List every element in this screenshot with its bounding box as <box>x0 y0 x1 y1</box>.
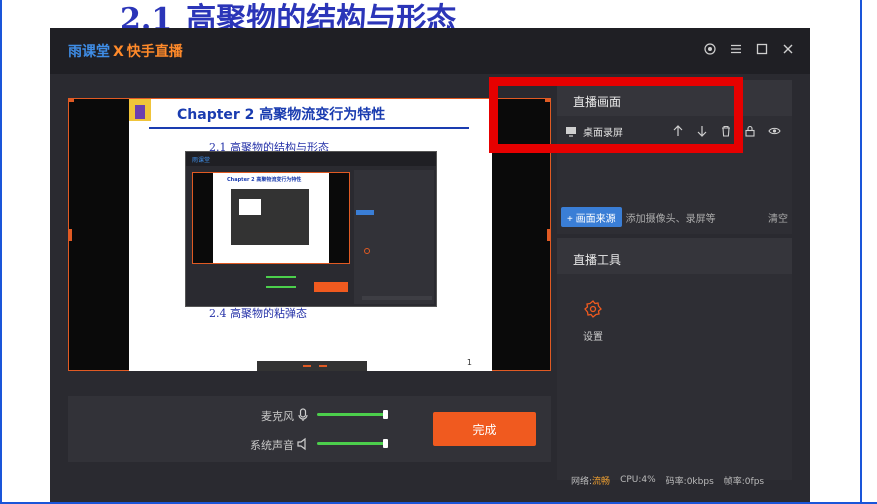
live-preview-canvas[interactable]: Chapter 2 高聚物流变行为特性 2.1 高聚物的结构与形态 2.4 高聚… <box>68 98 551 371</box>
system-volume-slider[interactable] <box>317 442 387 445</box>
clear-sources-button[interactable]: 清空 <box>768 210 788 225</box>
brand-separator: X <box>113 44 124 60</box>
network-value: 流畅 <box>592 476 611 487</box>
canvas-resize-handle[interactable] <box>68 98 74 102</box>
gear-icon <box>584 300 602 322</box>
app-brand: 雨课堂 X 快手直播 <box>68 41 183 61</box>
settings-icon[interactable] <box>702 41 718 57</box>
mic-slider-thumb[interactable] <box>383 410 388 419</box>
recursive-screen-capture: 雨课堂 Chapter 2 高聚物流变行为特性 <box>185 151 437 307</box>
nested-side-panel <box>354 170 434 304</box>
network-label: 网络: <box>571 476 593 487</box>
live-tools-title: 直播工具 <box>573 253 622 267</box>
nested-slide: Chapter 2 高聚物流变行为特性 <box>213 173 329 263</box>
nested-inner-capture <box>231 189 309 245</box>
nested-gear-icon <box>364 248 370 254</box>
add-source-row: + 画面来源 添加摄像头、录屏等 清空 <box>561 205 792 229</box>
visibility-eye-icon[interactable] <box>767 124 781 138</box>
mic-label: 麦克风 <box>261 410 294 423</box>
highlight-annotation-box <box>489 77 743 153</box>
status-bar: 网络:流畅 CPU:4% 码率:0kbps 帧率:0fps <box>557 468 810 492</box>
slide-divider <box>149 127 469 129</box>
slide-decoration <box>135 105 145 119</box>
slide-title: Chapter 2 高聚物流变行为特性 <box>177 107 386 123</box>
canvas-resize-handle[interactable] <box>68 229 72 241</box>
nested-add-button <box>356 210 374 215</box>
nested-done-button <box>314 282 348 292</box>
done-button[interactable]: 完成 <box>433 412 536 446</box>
nested-stage: Chapter 2 高聚物流变行为特性 <box>192 172 350 264</box>
captured-slide: Chapter 2 高聚物流变行为特性 2.1 高聚物的结构与形态 2.4 高聚… <box>129 99 492 371</box>
speaker-icon[interactable] <box>296 436 310 451</box>
close-icon[interactable] <box>780 41 796 57</box>
live-tools-header: 直播工具 <box>557 238 792 274</box>
slide-line-2-4: 2.4 高聚物的粘弹态 <box>209 307 307 320</box>
slide-toolbar <box>257 361 367 371</box>
maximize-icon[interactable] <box>754 41 770 57</box>
network-status: 网络:流畅 <box>571 474 610 487</box>
nested-title-bar: 雨课堂 <box>186 152 436 166</box>
menu-icon[interactable] <box>728 41 744 57</box>
add-source-button[interactable]: + 画面来源 <box>561 207 622 227</box>
slide-page-number: 1 <box>466 358 472 367</box>
framerate-status: 帧率:0fps <box>723 476 765 487</box>
add-source-hint: 添加摄像头、录屏等 <box>625 213 716 225</box>
mic-volume-slider[interactable] <box>317 413 387 416</box>
window-controls <box>702 41 796 57</box>
nested-inner-slide <box>239 199 261 215</box>
lock-icon[interactable] <box>743 124 757 138</box>
cpu-status: CPU:4% <box>620 475 656 485</box>
microphone-icon[interactable] <box>296 407 310 421</box>
system-audio-label: 系统声音 <box>250 439 294 452</box>
nested-brand: 雨课堂 <box>192 157 211 164</box>
system-slider-thumb[interactable] <box>383 439 388 448</box>
nested-mic-slider <box>266 276 296 278</box>
audio-controls: 麦克风 系统声音 完成 <box>68 396 551 462</box>
screen-border-right <box>860 0 877 504</box>
nested-slide-title: Chapter 2 高聚物流变行为特性 <box>227 177 302 183</box>
nested-status-bar <box>362 296 432 300</box>
brand-kuaishou: 快手直播 <box>126 44 183 60</box>
brand-yuketang: 雨课堂 <box>68 44 110 60</box>
screen-border-left <box>0 0 2 504</box>
canvas-resize-handle[interactable] <box>547 229 551 241</box>
nested-system-slider <box>266 286 296 288</box>
title-bar: 雨课堂 X 快手直播 <box>50 28 810 74</box>
settings-label: 设置 <box>583 332 603 343</box>
settings-tool[interactable]: 设置 <box>573 300 613 346</box>
bitrate-status: 码率:0kbps <box>665 476 714 487</box>
